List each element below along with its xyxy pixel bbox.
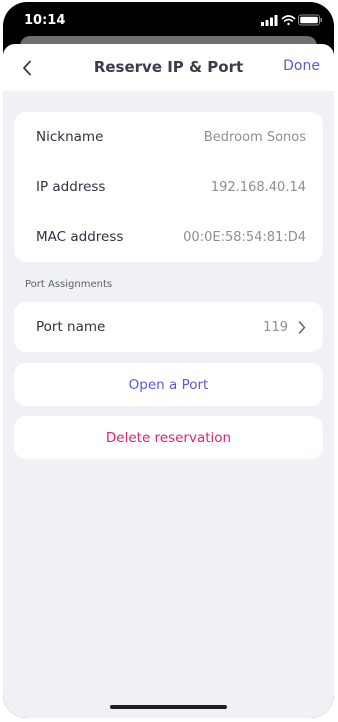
chevron-right-icon — [298, 320, 306, 334]
nickname-row[interactable]: Nickname Bedroom Sonos — [14, 112, 323, 162]
port-value-group: 119 — [263, 320, 306, 335]
ip-address-row[interactable]: IP address 192.168.40.14 — [14, 162, 323, 212]
nickname-label: Nickname — [36, 129, 104, 145]
done-button[interactable]: Done — [283, 58, 320, 74]
port-assignment-card[interactable]: Port name 119 — [14, 302, 323, 352]
delete-reservation-button[interactable]: Delete reservation — [14, 416, 323, 459]
nickname-value: Bedroom Sonos — [203, 129, 306, 145]
status-time: 10:14 — [24, 13, 66, 28]
reservation-details-card: Nickname Bedroom Sonos IP address 192.16… — [14, 112, 323, 262]
port-name-value: 119 — [263, 319, 288, 335]
port-name-row[interactable]: Port name 119 — [14, 302, 323, 352]
status-icons — [261, 14, 322, 26]
navigation-bar: Reserve IP & Port Done — [3, 44, 334, 91]
back-button[interactable] — [13, 54, 41, 82]
chevron-left-icon — [23, 60, 31, 76]
mac-address-label: MAC address — [36, 229, 124, 245]
wifi-icon — [281, 15, 296, 26]
status-bar: 10:14 — [3, 2, 334, 38]
open-port-button[interactable]: Open a Port — [14, 363, 323, 406]
modal-sheet: Reserve IP & Port Done Nickname Bedroom … — [3, 44, 334, 718]
page-title: Reserve IP & Port — [93, 58, 244, 76]
mac-address-row[interactable]: MAC address 00:0E:58:54:81:D4 — [14, 212, 323, 262]
mac-address-value: 00:0E:58:54:81:D4 — [183, 229, 306, 245]
ip-address-value: 192.168.40.14 — [210, 179, 306, 195]
phone-frame: 10:14 Reserve IP & Port Done Nickname Be… — [3, 2, 334, 718]
cellular-signal-icon — [261, 15, 278, 26]
ip-address-label: IP address — [36, 179, 106, 195]
port-name-label: Port name — [36, 319, 106, 335]
battery-icon — [298, 14, 322, 26]
port-assignments-header: Port Assignments — [25, 279, 113, 290]
home-indicator — [110, 705, 227, 709]
